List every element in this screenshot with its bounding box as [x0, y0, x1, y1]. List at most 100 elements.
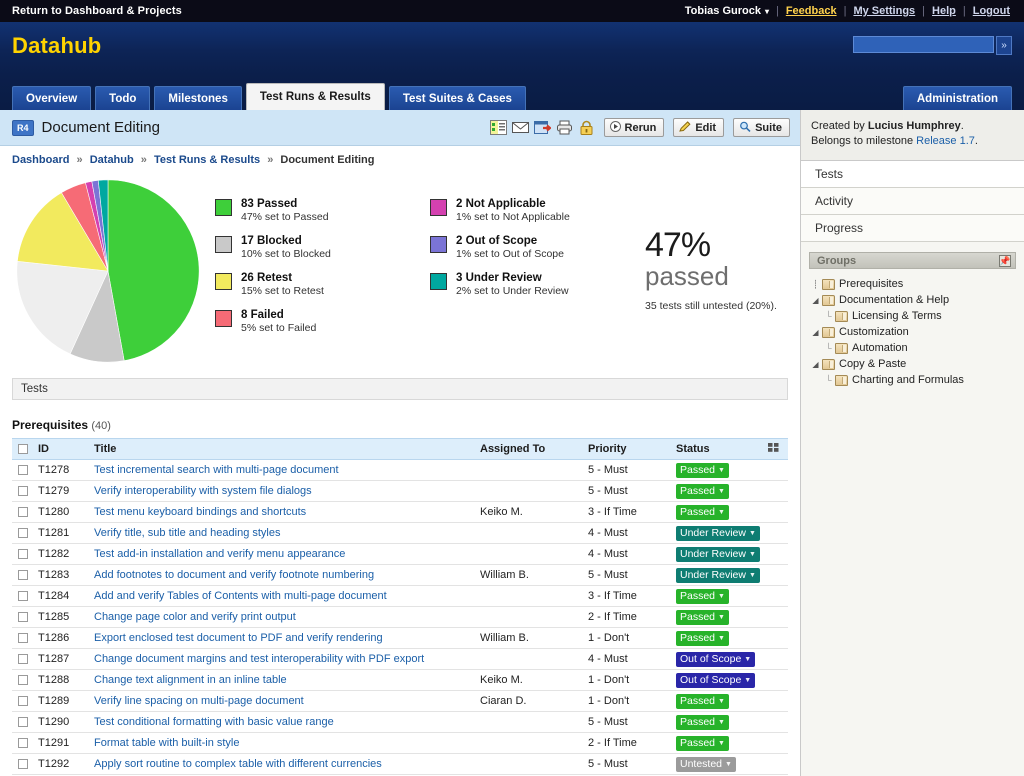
row-select-cell[interactable]: [12, 585, 34, 607]
row-checkbox[interactable]: [18, 528, 28, 539]
return-to-dashboard-link[interactable]: Return to Dashboard & Projects: [12, 5, 182, 17]
row-select-cell[interactable]: [12, 669, 34, 691]
table-row[interactable]: T1292 Apply sort routine to complex table…: [12, 753, 788, 775]
tree-toggle-icon[interactable]: ┊: [809, 280, 822, 289]
breadcrumb-item-dashboard[interactable]: Dashboard: [12, 154, 69, 166]
test-title-link[interactable]: Change text alignment in an inline table: [94, 674, 287, 686]
status-badge[interactable]: Passed ▼: [676, 483, 729, 499]
row-checkbox[interactable]: [18, 633, 28, 644]
logout-link[interactable]: Logout: [973, 5, 1010, 17]
print-icon[interactable]: [556, 120, 573, 135]
test-title-link[interactable]: Verify interoperability with system file…: [94, 485, 312, 497]
columns-config-icon[interactable]: [768, 443, 779, 452]
row-checkbox[interactable]: [18, 591, 28, 602]
pie-slice-passed[interactable]: [107, 179, 199, 362]
test-title-link[interactable]: Verify line spacing on multi-page docume…: [94, 695, 304, 707]
rail-section-tests[interactable]: Tests: [801, 161, 1024, 188]
status-badge[interactable]: Passed ▼: [676, 504, 729, 520]
select-all-header[interactable]: [12, 438, 34, 460]
row-select-cell[interactable]: [12, 648, 34, 670]
row-checkbox[interactable]: [18, 654, 28, 665]
row-select-cell[interactable]: [12, 522, 34, 544]
table-row[interactable]: T1286 Export enclosed test document to PD…: [12, 627, 788, 649]
table-row[interactable]: T1284 Add and verify Tables of Contents w…: [12, 585, 788, 607]
breadcrumb-item-test-runs[interactable]: Test Runs & Results: [154, 154, 260, 166]
tab-test-runs-and-results[interactable]: Test Runs & Results: [245, 83, 385, 110]
status-badge[interactable]: Untested ▼: [676, 756, 736, 772]
row-checkbox[interactable]: [18, 738, 28, 749]
select-all-checkbox[interactable]: [18, 444, 28, 455]
status-badge[interactable]: Passed ▼: [676, 609, 729, 625]
lock-icon[interactable]: [578, 120, 595, 135]
row-select-cell[interactable]: [12, 501, 34, 523]
status-badge[interactable]: Passed ▼: [676, 462, 729, 478]
table-row[interactable]: T1289 Verify line spacing on multi-page d…: [12, 690, 788, 712]
test-title-link[interactable]: Change page color and verify print outpu…: [94, 611, 296, 623]
status-badge[interactable]: Out of Scope ▼: [676, 672, 756, 688]
test-title-link[interactable]: Test incremental search with multi-page …: [94, 464, 339, 476]
test-title-link[interactable]: Add and verify Tables of Contents with m…: [94, 590, 387, 602]
column-config-header[interactable]: [764, 438, 788, 460]
column-header-status[interactable]: Status: [672, 438, 764, 460]
table-row[interactable]: T1279 Verify interoperability with system…: [12, 480, 788, 502]
row-select-cell[interactable]: [12, 564, 34, 586]
table-row[interactable]: T1287 Change document margins and test in…: [12, 648, 788, 670]
email-icon[interactable]: [511, 120, 529, 135]
row-select-cell[interactable]: [12, 753, 34, 775]
group-tree-item[interactable]: ┊ Prerequisites: [809, 276, 1016, 292]
table-row[interactable]: T1283 Add footnotes to document and verif…: [12, 564, 788, 586]
test-title-link[interactable]: Test menu keyboard bindings and shortcut…: [94, 506, 306, 518]
rail-section-progress[interactable]: Progress: [801, 215, 1024, 242]
table-row[interactable]: T1291 Format table with built-in style 2 -…: [12, 732, 788, 754]
table-row[interactable]: T1288 Change text alignment in an inline …: [12, 669, 788, 691]
tab-administration[interactable]: Administration: [902, 86, 1012, 110]
group-tree-item[interactable]: └ Licensing & Terms: [809, 308, 1016, 324]
row-checkbox[interactable]: [18, 507, 28, 518]
status-badge[interactable]: Passed ▼: [676, 588, 729, 604]
row-select-cell[interactable]: [12, 690, 34, 712]
my-settings-link[interactable]: My Settings: [853, 5, 915, 17]
status-badge[interactable]: Under Review ▼: [676, 546, 760, 562]
status-badge[interactable]: Under Review ▼: [676, 567, 760, 583]
row-select-cell[interactable]: [12, 480, 34, 502]
rail-section-activity[interactable]: Activity: [801, 188, 1024, 215]
view-toggle-icon[interactable]: [489, 120, 507, 135]
tree-toggle-icon[interactable]: ◢: [809, 360, 822, 369]
row-select-cell[interactable]: [12, 732, 34, 754]
column-header-assigned-to[interactable]: Assigned To: [476, 438, 584, 460]
test-title-link[interactable]: Format table with built-in style: [94, 737, 240, 749]
row-select-cell[interactable]: [12, 459, 34, 481]
test-title-link[interactable]: Test add-in installation and verify menu…: [94, 548, 345, 560]
tab-test-suites-and-cases[interactable]: Test Suites & Cases: [388, 86, 526, 110]
row-checkbox[interactable]: [18, 675, 28, 686]
export-icon[interactable]: [533, 120, 552, 135]
table-row[interactable]: T1281 Verify title, sub title and heading…: [12, 522, 788, 544]
table-row[interactable]: T1280 Test menu keyboard bindings and sho…: [12, 501, 788, 523]
group-tree-item[interactable]: └ Charting and Formulas: [809, 372, 1016, 388]
tab-overview[interactable]: Overview: [12, 86, 92, 110]
column-header-priority[interactable]: Priority: [584, 438, 672, 460]
test-title-link[interactable]: Export enclosed test document to PDF and…: [94, 632, 383, 644]
column-header-id[interactable]: ID: [34, 438, 90, 460]
tree-toggle-icon[interactable]: ◢: [809, 328, 822, 337]
rerun-button[interactable]: Rerun: [603, 118, 665, 137]
row-select-cell[interactable]: [12, 711, 34, 733]
pin-icon[interactable]: 📌: [999, 254, 1011, 267]
search-input[interactable]: [853, 36, 994, 53]
row-checkbox[interactable]: [18, 696, 28, 707]
table-row[interactable]: T1282 Test add-in installation and verify…: [12, 543, 788, 565]
tree-toggle-icon[interactable]: ◢: [809, 296, 822, 305]
table-row[interactable]: T1278 Test incremental search with multi-…: [12, 459, 788, 481]
status-badge[interactable]: Out of Scope ▼: [676, 651, 756, 667]
test-title-link[interactable]: Change document margins and test interop…: [94, 653, 424, 665]
group-tree-item[interactable]: ◢ Copy & Paste: [809, 356, 1016, 372]
row-select-cell[interactable]: [12, 627, 34, 649]
table-row[interactable]: T1285 Change page color and verify print …: [12, 606, 788, 628]
search-submit-button[interactable]: »: [996, 36, 1012, 55]
row-checkbox[interactable]: [18, 717, 28, 728]
breadcrumb-item-datahub[interactable]: Datahub: [90, 154, 134, 166]
test-title-link[interactable]: Test conditional formatting with basic v…: [94, 716, 334, 728]
row-checkbox[interactable]: [18, 570, 28, 581]
username-label[interactable]: Tobias Gurock: [685, 5, 761, 17]
group-tree-item[interactable]: └ Automation: [809, 340, 1016, 356]
